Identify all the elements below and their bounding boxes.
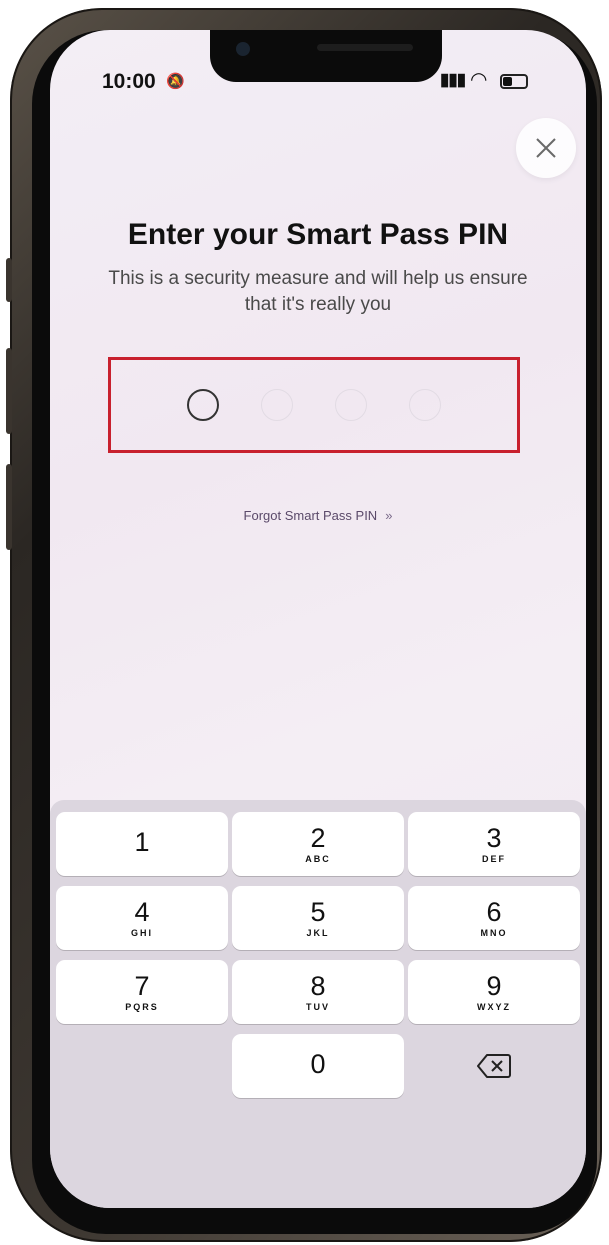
delete-button[interactable]	[408, 1034, 580, 1098]
key-1-digit: 1	[134, 827, 150, 857]
key-7[interactable]: 7 PQRS	[56, 960, 228, 1024]
battery-icon	[500, 74, 528, 89]
page-subtitle: This is a security measure and will help…	[108, 268, 528, 315]
key-7-digit: 7	[134, 971, 150, 1001]
pin-dot-1	[187, 389, 219, 421]
key-8-digit: 8	[310, 971, 326, 1001]
pin-dot-2	[261, 389, 293, 421]
key-3[interactable]: 3 DEF	[408, 812, 580, 876]
signal-bars-icon: ▮▮▮	[440, 70, 466, 89]
status-bar: 10:00 🔕 ▮▮▮ ◠	[50, 66, 586, 96]
key-0-digit: 0	[310, 1049, 326, 1079]
key-2-letters: ABC	[305, 854, 331, 864]
pin-entry-field[interactable]	[108, 357, 520, 453]
backspace-icon	[477, 1054, 511, 1078]
key-8[interactable]: 8 TUV	[232, 960, 404, 1024]
key-3-digit: 3	[486, 823, 502, 853]
front-camera	[236, 42, 250, 56]
key-6[interactable]: 6 MNO	[408, 886, 580, 950]
mute-switch	[6, 258, 12, 302]
key-6-letters: MNO	[480, 928, 508, 938]
pin-dot-3	[335, 389, 367, 421]
key-5-letters: JKL	[306, 928, 330, 938]
earpiece-speaker	[317, 44, 413, 51]
close-icon	[536, 138, 556, 158]
pin-dots	[111, 360, 517, 450]
page-title: Enter your Smart Pass PIN	[127, 218, 509, 251]
close-button[interactable]	[516, 118, 576, 178]
pin-dot-4	[409, 389, 441, 421]
wifi-icon: ◠	[470, 69, 488, 91]
key-7-letters: PQRS	[125, 1002, 159, 1012]
key-2-digit: 2	[310, 823, 326, 853]
numeric-keypad: 1 2 ABC 3 DEF 4 GHI 5 JKL 6 MNO 7 PQRS 8…	[50, 800, 586, 1208]
app-screen: 10:00 🔕 ▮▮▮ ◠ Enter your Smart Pass PIN …	[50, 30, 586, 1208]
key-5[interactable]: 5 JKL	[232, 886, 404, 950]
forgot-pin-chevron-icon: »	[385, 508, 393, 523]
key-8-letters: TUV	[306, 1002, 330, 1012]
key-1[interactable]: 1	[56, 812, 228, 876]
key-9-letters: WXYZ	[477, 1002, 511, 1012]
key-6-digit: 6	[486, 897, 502, 927]
key-4-letters: GHI	[130, 928, 153, 938]
key-4-digit: 4	[134, 897, 150, 927]
key-9[interactable]: 9 WXYZ	[408, 960, 580, 1024]
key-9-digit: 9	[486, 971, 502, 1001]
forgot-pin-link[interactable]: Forgot Smart Pass PIN »	[50, 508, 586, 523]
key-4[interactable]: 4 GHI	[56, 886, 228, 950]
key-3-letters: DEF	[482, 854, 506, 864]
key-0[interactable]: 0	[232, 1034, 404, 1098]
status-time: 10:00	[102, 70, 156, 93]
key-5-digit: 5	[310, 897, 326, 927]
volume-down-button	[6, 464, 12, 550]
silent-bell-icon: 🔕	[166, 73, 185, 90]
key-2[interactable]: 2 ABC	[232, 812, 404, 876]
volume-up-button	[6, 348, 12, 434]
forgot-pin-label: Forgot Smart Pass PIN	[243, 508, 378, 523]
